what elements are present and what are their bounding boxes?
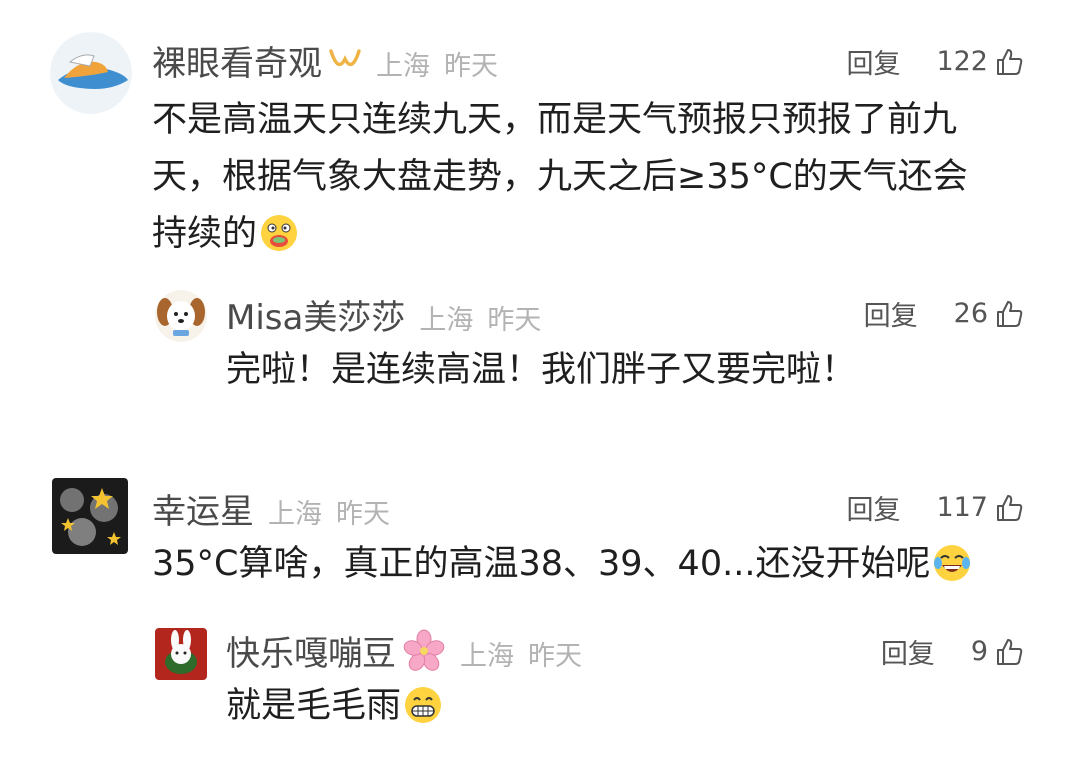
comment-text-line: 不是高温天只连续九天，而是天气预报只预报了前九 xyxy=(152,100,958,140)
avatar[interactable] xyxy=(155,628,207,680)
location: 上海 xyxy=(419,305,474,336)
avatar[interactable] xyxy=(50,32,132,114)
like-count: 117 xyxy=(936,492,988,523)
thumbs-up-icon[interactable] xyxy=(994,299,1024,329)
thumbs-up-icon[interactable] xyxy=(994,493,1024,523)
reply-button[interactable]: 回复 xyxy=(864,294,918,333)
comment-item: 幸运星 上海 昨天 回复 117 35°C算啥，真正的高温38、39、40...… xyxy=(0,460,1080,610)
like-count: 122 xyxy=(936,46,988,77)
username[interactable]: 裸眼看奇观 xyxy=(152,36,322,85)
reply-button[interactable]: 回复 xyxy=(846,488,900,527)
laughing-tears-emoji xyxy=(934,545,971,581)
thumbs-up-icon[interactable] xyxy=(994,47,1024,77)
username[interactable]: Misa美莎莎 xyxy=(226,290,405,339)
username[interactable]: 快乐嘎嘣豆 xyxy=(226,626,396,675)
grinning-teeth-emoji xyxy=(405,687,442,723)
username[interactable]: 幸运星 xyxy=(152,484,254,533)
timestamp: 昨天 xyxy=(336,499,390,530)
timestamp: 昨天 xyxy=(528,641,582,672)
cherry-blossom-icon xyxy=(402,629,446,673)
comment-text: 35°C算啥，真正的高温38、39、40...还没开始呢 xyxy=(152,536,1042,593)
like-count: 9 xyxy=(970,636,988,667)
avatar[interactable] xyxy=(52,478,128,554)
comment-text: 完啦！是连续高温！我们胖子又要完啦！ xyxy=(226,350,857,390)
timestamp: 昨天 xyxy=(444,51,498,82)
location: 上海 xyxy=(460,641,514,672)
comment-text-line: 天，根据气象大盘走势，九天之后≥35°C的天气还会 xyxy=(152,157,968,197)
reply-item: 快乐嘎嘣豆 上海 昨天 回复 9 就是毛毛雨 xyxy=(0,610,1080,765)
vip-badge-icon xyxy=(328,45,362,79)
avatar[interactable] xyxy=(155,290,207,342)
comment-text: 就是毛毛雨 xyxy=(226,678,1026,735)
comment-item: 裸眼看奇观 上海 昨天 回复 122 不是高温天只连续九天，而是天气预报只预报了… xyxy=(0,0,1080,260)
timestamp: 昨天 xyxy=(487,305,542,336)
like-count: 26 xyxy=(953,298,988,329)
sweating-eating-emoji xyxy=(261,215,298,251)
comment-text-line: 持续的 xyxy=(152,206,1032,263)
reply-button[interactable]: 回复 xyxy=(846,42,900,81)
thumbs-up-icon[interactable] xyxy=(994,637,1024,667)
reply-item: Misa美莎莎 上海 昨天 回复 26 完啦！是连续高温！我们胖子又要完啦！ xyxy=(0,260,1080,420)
reply-button[interactable]: 回复 xyxy=(881,632,935,671)
location: 上海 xyxy=(376,51,430,82)
location: 上海 xyxy=(268,499,322,530)
